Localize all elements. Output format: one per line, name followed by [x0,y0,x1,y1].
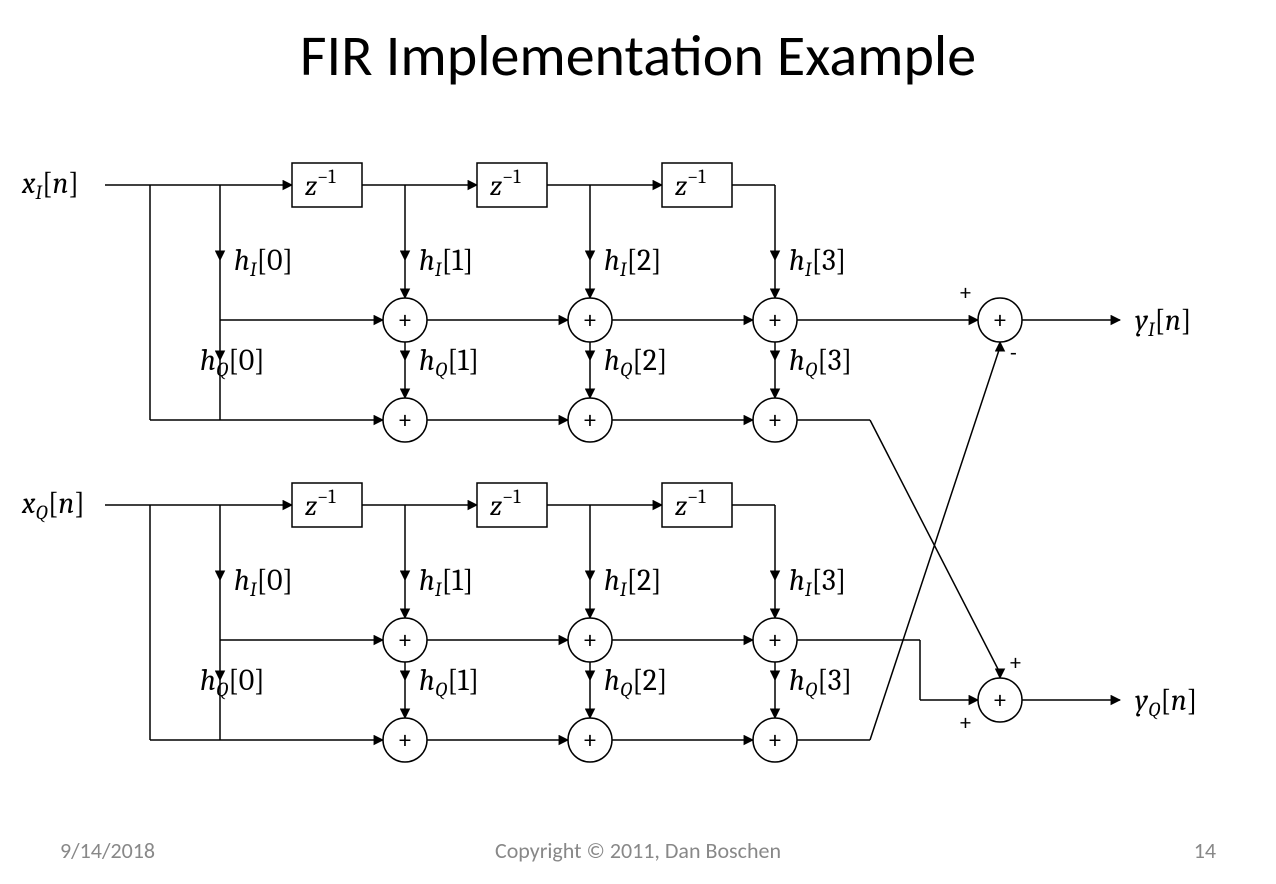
svg-text:hQ[2]: hQ[2] [604,343,667,381]
footer-copyright: Copyright © 2011, Dan Boschen [0,837,1276,864]
svg-text:+: + [399,726,411,755]
svg-text:hI[0]: hI[0] [234,243,293,281]
adder: + [753,618,797,662]
svg-text:+: + [994,686,1006,715]
svg-text:hI[2]: hI[2] [604,243,662,281]
fir-diagram: xI[n] z−1 z−1 z−1 hI[0] hI[1] hI[2] hI[3… [0,0,1276,884]
svg-text:+: + [769,626,781,655]
svg-text:yQ[n]: yQ[n] [1135,683,1197,721]
adder: + [383,618,427,662]
svg-text:hQ[1]: hQ[1] [419,663,479,701]
coeff-hI3-b: hI[3] [789,563,846,601]
minus-sign: - [1010,339,1017,366]
plus-sign: + [960,709,971,736]
adder: + [383,298,427,342]
coeff-hQ3: hQ[3] [789,343,852,381]
coeff-hI0-b: hI[0] [234,563,293,601]
delay-block: z−1 [477,163,547,207]
svg-text:+: + [994,306,1006,335]
coeff-hI0: hI[0] [234,243,293,281]
svg-text:hQ[0]: hQ[0] [200,343,265,381]
svg-text:+: + [584,626,596,655]
coeff-hQ2: hQ[2] [604,343,667,381]
wire [870,347,1000,740]
delay-block: z−1 [662,163,732,207]
adder: + [753,718,797,762]
svg-text:yI[n]: yI[n] [1135,303,1192,341]
coeff-hQ0: hQ[0] [200,343,265,381]
delay-block: z−1 [477,483,547,527]
svg-text:+: + [769,306,781,335]
coeff-hI3: hI[3] [789,243,846,281]
svg-text:+: + [399,406,411,435]
svg-text:+: + [584,306,596,335]
svg-text:hQ[3]: hQ[3] [789,663,852,701]
adder: + [383,398,427,442]
input-xI-label: xI[n] [21,166,79,204]
svg-text:hI[2]: hI[2] [604,563,662,601]
svg-text:xQ[n]: xQ[n] [21,486,85,524]
adder: + [568,618,612,662]
output-yI-label: yI[n] [1135,303,1192,341]
coeff-hI1: hI[1] [419,243,473,281]
coeff-hI2: hI[2] [604,243,662,281]
delay-block: z−1 [292,163,362,207]
svg-text:hQ[1]: hQ[1] [419,343,479,381]
svg-text:hI[1]: hI[1] [419,563,473,601]
adder: + [568,298,612,342]
svg-text:+: + [584,726,596,755]
coeff-hQ0-b: hQ[0] [200,663,265,701]
coeff-hQ2-b: hQ[2] [604,663,667,701]
coeff-hQ1: hQ[1] [419,343,479,381]
adder: + [753,398,797,442]
plus-sign: + [1010,649,1021,676]
plus-sign: + [960,279,971,306]
svg-text:+: + [769,726,781,755]
footer-page-number: 14 [1194,837,1216,864]
svg-text:+: + [584,406,596,435]
delay-block: z−1 [662,483,732,527]
svg-text:hI[1]: hI[1] [419,243,473,281]
adder: + [383,718,427,762]
final-adder-yI: + [978,298,1022,342]
coeff-hQ1-b: hQ[1] [419,663,479,701]
coeff-hI2-b: hI[2] [604,563,662,601]
output-yQ-label: yQ[n] [1135,683,1197,721]
svg-text:xI[n]: xI[n] [21,166,79,204]
adder: + [753,298,797,342]
wire [870,420,1000,673]
coeff-hQ3-b: hQ[3] [789,663,852,701]
adder: + [568,718,612,762]
svg-text:+: + [769,406,781,435]
svg-text:hI[3]: hI[3] [789,243,846,281]
svg-text:hQ[2]: hQ[2] [604,663,667,701]
delay-block: z−1 [292,483,362,527]
input-xQ-label: xQ[n] [21,486,85,524]
svg-text:hI[3]: hI[3] [789,563,846,601]
svg-text:hQ[3]: hQ[3] [789,343,852,381]
svg-text:+: + [399,306,411,335]
svg-text:hQ[0]: hQ[0] [200,663,265,701]
coeff-hI1-b: hI[1] [419,563,473,601]
adder: + [568,398,612,442]
svg-text:+: + [399,626,411,655]
final-adder-yQ: + [978,678,1022,722]
svg-text:hI[0]: hI[0] [234,563,293,601]
